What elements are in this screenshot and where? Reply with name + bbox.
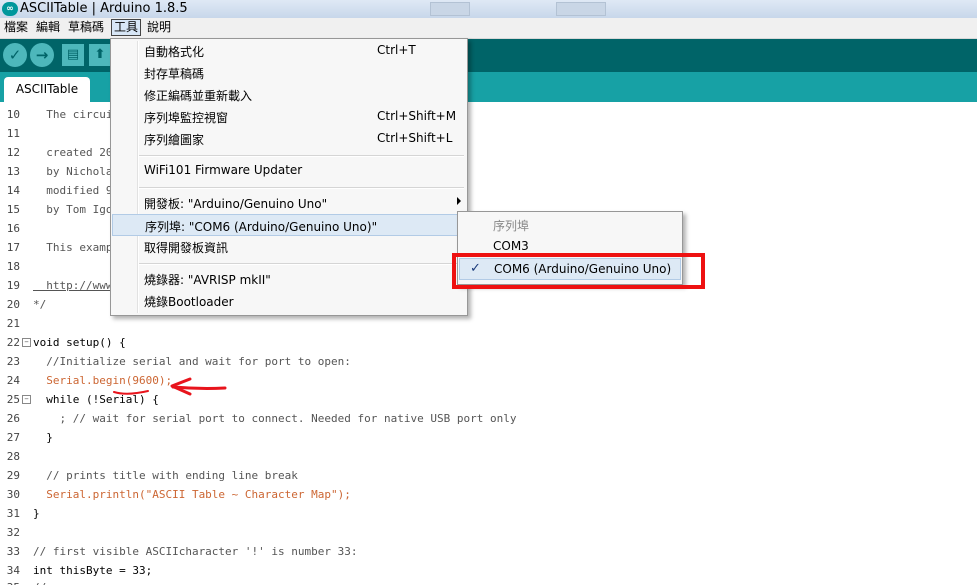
code-line: 32 [6, 526, 20, 539]
titlebar-blurred-region [430, 2, 470, 16]
menu-item-port[interactable]: 序列埠: "COM6 (Arduino/Genuino Uno)" [112, 214, 466, 236]
upload-button[interactable]: → [30, 43, 54, 67]
tab-asciitable[interactable]: ASCIITable [4, 77, 90, 102]
menu-item-fix-encoding[interactable]: 修正編碼並重新載入 [112, 84, 466, 106]
menu-item-wifi101-updater[interactable]: WiFi101 Firmware Updater [112, 160, 466, 182]
menu-separator [139, 187, 464, 189]
window-title: ASCIITable | Arduino 1.8.5 [20, 1, 188, 16]
menu-item-burn-bootloader[interactable]: 燒錄Bootloader [112, 290, 466, 312]
menu-item-archive-sketch[interactable]: 封存草稿碼 [112, 62, 466, 84]
titlebar-blurred-region [556, 2, 606, 16]
code-line: 22− void setup() { [6, 336, 126, 349]
arduino-logo-icon: ∞ [2, 2, 18, 16]
code-line: 23 //Initialize serial and wait for port… [6, 355, 351, 368]
menu-separator [139, 155, 464, 157]
menu-item-serial-plotter[interactable]: 序列繪圖家 Ctrl+Shift+L [112, 128, 466, 150]
menu-item-programmer[interactable]: 燒錄器: "AVRISP mkII" [112, 268, 466, 290]
menu-bar: 檔案 編輯 草稿碼 工具 說明 [0, 18, 977, 39]
menu-file[interactable]: 檔案 [2, 20, 30, 35]
tools-dropdown-menu: 自動格式化 Ctrl+T 封存草稿碼 修正編碼並重新載入 序列埠監控視窗 Ctrl+… [110, 38, 468, 316]
open-sketch-button[interactable]: ⬆ [89, 44, 111, 66]
annotation-underline [113, 390, 149, 395]
fold-toggle-icon[interactable]: − [22, 338, 31, 347]
submenu-arrow-icon [457, 197, 461, 205]
menu-item-auto-format[interactable]: 自動格式化 Ctrl+T [112, 40, 466, 62]
code-line: 21 [6, 317, 20, 330]
annotation-arrow [113, 377, 227, 396]
code-line: 28 [6, 450, 20, 463]
submenu-header: 序列埠 [493, 219, 530, 233]
code-line: 31} [6, 507, 40, 520]
title-bar: ∞ ASCIITable | Arduino 1.8.5 [0, 0, 977, 19]
code-line: 26 ; // wait for serial port to connect.… [6, 412, 517, 425]
menu-item-board-info[interactable]: 取得開發板資訊 [112, 236, 466, 258]
fold-toggle-icon[interactable]: − [22, 395, 31, 404]
code-line: 35// [0, 578, 977, 585]
verify-button[interactable]: ✓ [3, 43, 27, 67]
menu-tools[interactable]: 工具 [111, 19, 142, 36]
menu-separator [139, 263, 464, 265]
code-line: 29 // prints title with ending line brea… [6, 469, 298, 482]
annotation-arrow-shaft [171, 385, 227, 390]
code-line: 30 Serial.println("ASCII Table ~ Charact… [6, 488, 351, 501]
menu-item-board[interactable]: 開發板: "Arduino/Genuino Uno" [112, 192, 466, 214]
new-sketch-button[interactable]: ▤ [62, 44, 84, 66]
menu-item-serial-monitor[interactable]: 序列埠監控視窗 Ctrl+Shift+M [112, 106, 466, 128]
menu-edit[interactable]: 編輯 [34, 20, 62, 35]
code-line: 33// first visible ASCIIcharacter '!' is… [6, 545, 358, 558]
highlight-box-annotation [452, 253, 705, 289]
code-line: 27 } [6, 431, 53, 444]
menu-help[interactable]: 說明 [145, 20, 173, 35]
menu-sketch[interactable]: 草稿碼 [66, 20, 106, 35]
